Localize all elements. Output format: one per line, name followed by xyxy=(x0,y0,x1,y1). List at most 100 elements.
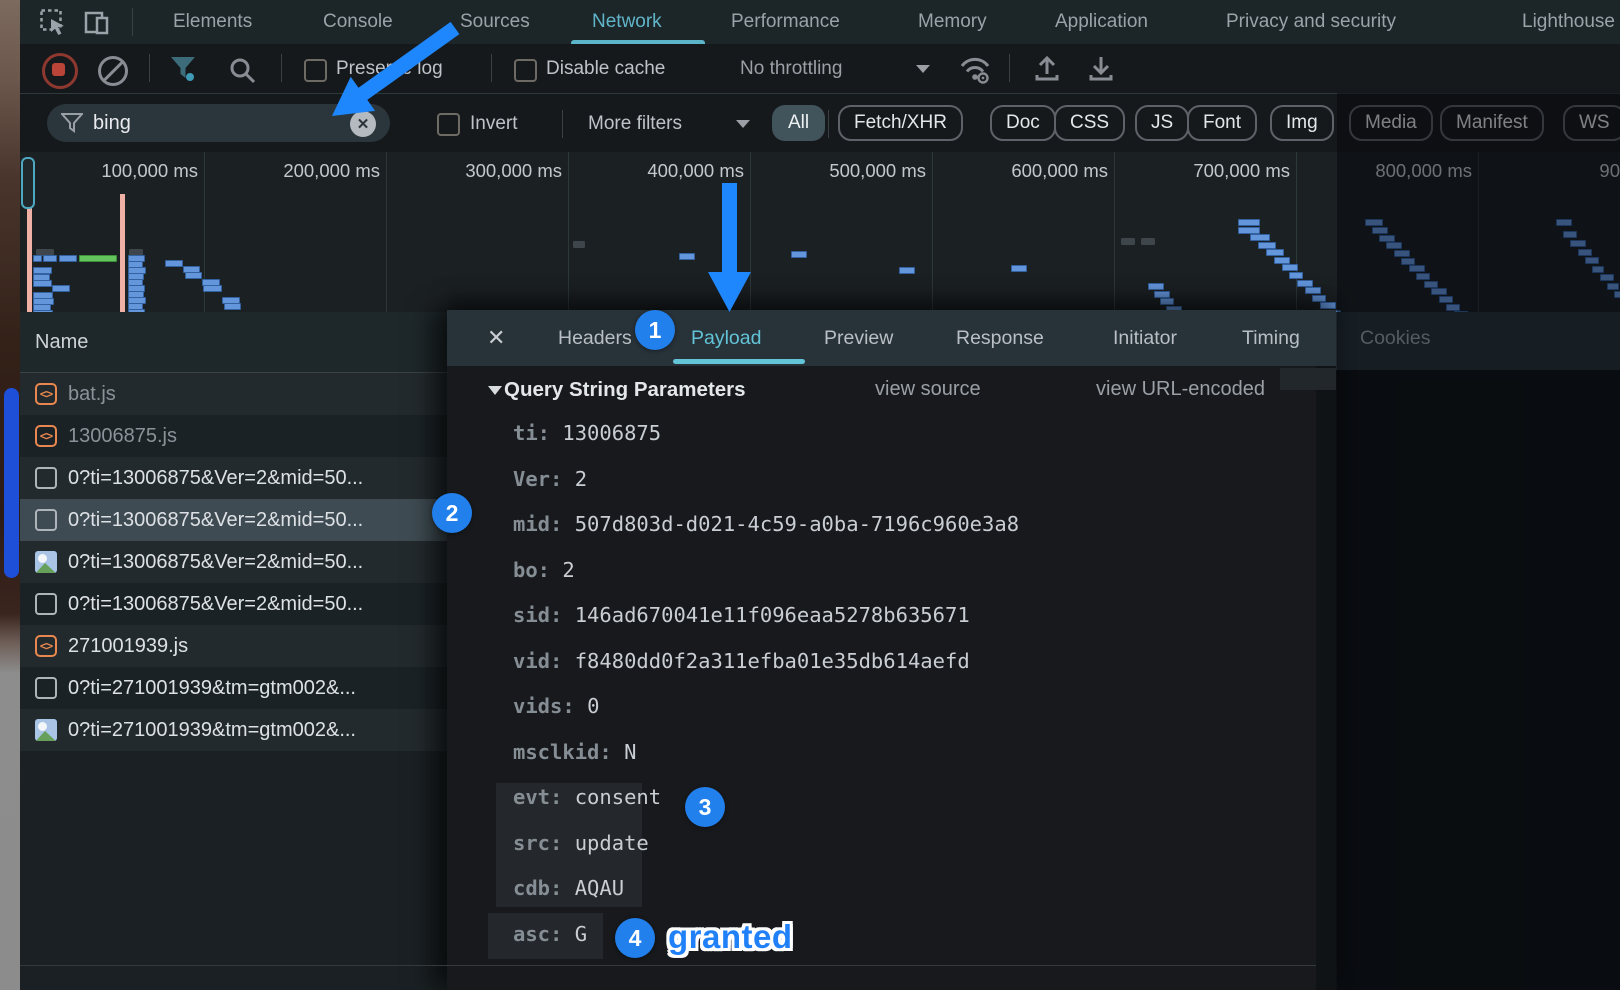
table-row[interactable]: <>271001939.js xyxy=(20,625,447,667)
filter-divider xyxy=(828,110,829,138)
pasted-panel-remnant xyxy=(1280,368,1336,390)
details-tab-initiator[interactable]: Initiator xyxy=(1113,310,1177,366)
granted-annotation: granted xyxy=(668,918,793,956)
table-row[interactable]: <>13006875.js xyxy=(20,415,447,457)
dim-overlay xyxy=(1337,93,1620,990)
preserve-log-checkbox[interactable] xyxy=(304,59,327,82)
table-row[interactable]: 0?ti=13006875&Ver=2&mid=50... xyxy=(20,541,447,583)
toolbar-divider xyxy=(149,54,150,82)
throttling-select[interactable]: No throttling xyxy=(740,44,842,93)
waterfall-bar xyxy=(1312,295,1326,302)
tab-performance[interactable]: Performance xyxy=(731,0,840,44)
details-tab-preview[interactable]: Preview xyxy=(824,310,893,366)
filter-input[interactable]: bing xyxy=(47,104,390,142)
tab-console[interactable]: Console xyxy=(323,0,393,44)
waterfall-bar xyxy=(1320,302,1336,309)
waterfall-bar xyxy=(33,267,52,274)
details-tab-headers[interactable]: Headers xyxy=(558,310,632,366)
toolbar-divider xyxy=(1009,54,1010,82)
details-tab-payload[interactable]: Payload xyxy=(691,310,761,366)
hill-glyph xyxy=(35,563,57,573)
tab-application[interactable]: Application xyxy=(1055,0,1148,44)
device-toolbar-icon[interactable] xyxy=(84,9,111,36)
clear-network-log-button[interactable] xyxy=(98,56,128,86)
toolbar-divider xyxy=(491,54,492,82)
details-tab-timing[interactable]: Timing xyxy=(1242,310,1300,366)
param-value: 0 xyxy=(587,694,599,718)
tab-elements[interactable]: Elements xyxy=(173,0,252,44)
network-toolbar: Preserve log Disable cache No throttling xyxy=(20,44,1620,93)
load-event-line xyxy=(120,194,125,312)
section-collapse-caret-icon[interactable] xyxy=(488,386,502,395)
export-har-icon[interactable] xyxy=(1086,55,1116,83)
table-row[interactable]: 0?ti=13006875&Ver=2&mid=50... xyxy=(20,457,447,499)
timeline-gridline xyxy=(386,152,387,312)
name-column-header[interactable]: Name xyxy=(20,312,447,373)
waterfall-bar xyxy=(1148,283,1164,290)
chip-js[interactable]: JS xyxy=(1135,105,1189,141)
tab-network[interactable]: Network xyxy=(592,0,662,44)
disable-cache-label: Disable cache xyxy=(546,44,665,93)
more-filters-button[interactable]: More filters xyxy=(588,94,682,153)
chip-font[interactable]: Font xyxy=(1187,105,1257,141)
invert-checkbox[interactable] xyxy=(437,113,460,136)
chip-doc[interactable]: Doc xyxy=(990,105,1056,141)
details-tab-response[interactable]: Response xyxy=(956,310,1044,366)
param-value: G xyxy=(575,922,587,946)
timeline-tick-label: 700,000 ms xyxy=(1130,160,1290,184)
waterfall-bar xyxy=(59,255,77,262)
clear-filter-icon[interactable]: ✕ xyxy=(350,111,376,137)
waterfall-bar xyxy=(79,255,117,262)
document-file-icon xyxy=(35,467,57,489)
close-details-icon[interactable]: ✕ xyxy=(487,325,505,351)
chip-css[interactable]: CSS xyxy=(1054,105,1125,141)
background-blue-panel xyxy=(4,388,19,578)
inspect-element-icon[interactable] xyxy=(40,9,67,36)
cloud-glyph xyxy=(38,554,47,563)
script-file-icon: <> xyxy=(35,635,57,657)
table-row[interactable]: 0?ti=13006875&Ver=2&mid=50... xyxy=(20,583,447,625)
throttling-caret-icon[interactable] xyxy=(916,65,930,73)
view-source-link[interactable]: view source xyxy=(875,378,981,401)
view-url-encoded-link[interactable]: view URL-encoded xyxy=(1096,378,1265,401)
param-row: vid: f8480dd0f2a311efba01e35db614aefd xyxy=(513,649,970,679)
timeline-scroll-handle[interactable] xyxy=(21,157,35,209)
tab-privacy-and-security[interactable]: Privacy and security xyxy=(1226,0,1396,44)
timeline-tick-label: 400,000 ms xyxy=(584,160,744,184)
chip-img[interactable]: Img xyxy=(1270,105,1334,141)
tab-sources[interactable]: Sources xyxy=(460,0,530,44)
preserve-log-label: Preserve log xyxy=(336,44,443,93)
search-icon[interactable] xyxy=(228,56,256,84)
table-row[interactable]: 0?ti=271001939&tm=gtm002&... xyxy=(20,709,447,751)
timeline-tick-label: 100,000 ms xyxy=(38,160,198,184)
chip-fetch-xhr[interactable]: Fetch/XHR xyxy=(838,105,963,141)
waterfall-bar xyxy=(1266,249,1284,256)
import-har-icon[interactable] xyxy=(1032,55,1062,83)
waterfall-bar xyxy=(1238,227,1260,234)
param-key: evt: xyxy=(513,785,575,809)
image-file-icon xyxy=(35,719,57,741)
table-row[interactable]: <>bat.js xyxy=(20,373,447,415)
record-network-log-button[interactable] xyxy=(42,53,78,89)
timeline-gridline xyxy=(1296,152,1297,312)
network-conditions-icon[interactable] xyxy=(958,54,994,84)
param-value: f8480dd0f2a311efba01e35db614aefd xyxy=(575,649,970,673)
waterfall-bar xyxy=(185,272,202,279)
filter-toggle-icon[interactable] xyxy=(170,56,200,82)
param-value: 507d803d-d021-4c59-a0ba-7196c960e3a8 xyxy=(575,512,1019,536)
payload-content: Query String Parameters view source view… xyxy=(447,366,1316,990)
tab-memory[interactable]: Memory xyxy=(918,0,987,44)
param-key: ti: xyxy=(513,421,562,445)
filter-funnel-icon xyxy=(61,113,83,133)
table-row[interactable]: 0?ti=271001939&tm=gtm002&... xyxy=(20,667,447,709)
timeline-tick-label: 300,000 ms xyxy=(402,160,562,184)
chip-all[interactable]: All xyxy=(772,105,825,141)
script-file-icon: <> xyxy=(35,425,57,447)
tab-lighthouse[interactable]: Lighthouse xyxy=(1522,0,1615,44)
request-name: 0?ti=271001939&tm=gtm002&... xyxy=(68,719,356,742)
param-row: src: update xyxy=(513,831,649,861)
step-badge-2: 2 xyxy=(432,493,472,533)
requests-table: Name <>bat.js<>13006875.js0?ti=13006875&… xyxy=(20,312,447,990)
table-row[interactable]: 0?ti=13006875&Ver=2&mid=50... xyxy=(20,499,447,541)
disable-cache-checkbox[interactable] xyxy=(514,59,537,82)
